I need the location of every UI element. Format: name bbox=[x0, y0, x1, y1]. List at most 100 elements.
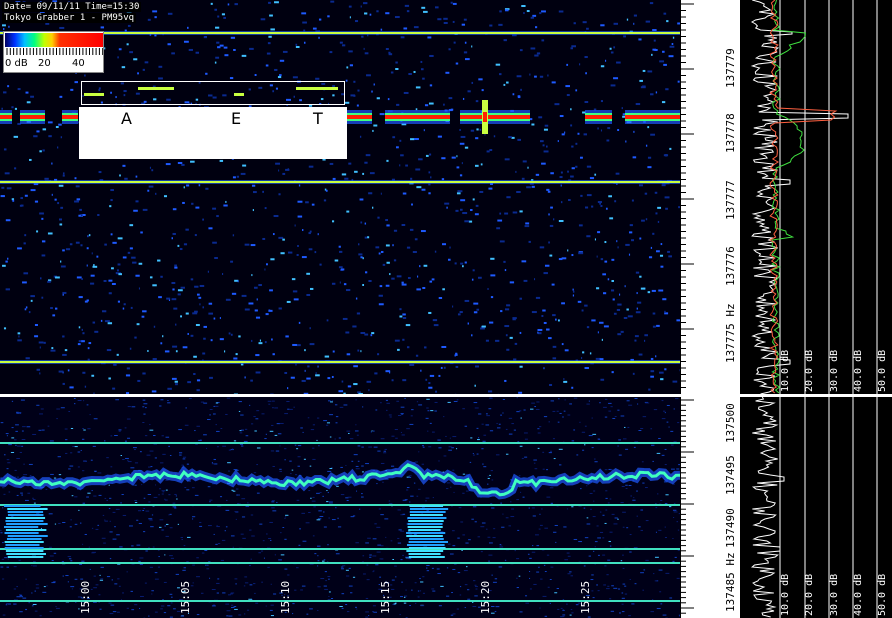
noise-speck bbox=[52, 314, 56, 317]
noise-speck bbox=[14, 167, 17, 170]
noise-speck bbox=[628, 615, 631, 617]
noise-speck bbox=[366, 74, 371, 77]
noise-speck bbox=[56, 408, 61, 410]
noise-speck bbox=[30, 299, 33, 302]
noise-speck bbox=[326, 422, 331, 424]
noise-speck bbox=[167, 43, 171, 46]
noise-speck bbox=[609, 47, 612, 50]
noise-speck bbox=[58, 522, 61, 524]
noise-speck bbox=[172, 288, 175, 291]
noise-speck bbox=[121, 66, 126, 69]
noise-speck bbox=[177, 161, 183, 164]
noise-speck bbox=[41, 240, 46, 243]
noise-speck bbox=[465, 566, 468, 568]
noise-speck bbox=[256, 492, 260, 494]
noise-speck bbox=[543, 150, 549, 153]
noise-speck bbox=[400, 559, 403, 561]
noise-speck bbox=[516, 499, 520, 501]
noise-speck bbox=[534, 75, 537, 78]
noise-speck bbox=[648, 388, 651, 391]
noise-speck bbox=[98, 171, 102, 174]
noise-speck bbox=[160, 342, 163, 345]
noise-speck bbox=[505, 453, 509, 455]
noise-speck bbox=[627, 315, 633, 318]
noise-speck bbox=[632, 372, 635, 375]
noise-speck bbox=[650, 428, 653, 430]
noise-speck bbox=[566, 508, 569, 510]
noise-speck bbox=[7, 603, 12, 605]
noise-speck bbox=[271, 500, 275, 502]
noise-speck bbox=[304, 369, 306, 372]
noise-speck bbox=[621, 611, 625, 613]
noise-speck bbox=[112, 611, 117, 613]
noise-speck bbox=[528, 507, 530, 509]
noise-speck bbox=[531, 402, 535, 404]
noise-speck bbox=[186, 536, 191, 538]
noise-speck bbox=[477, 536, 481, 538]
noise-speck bbox=[230, 260, 234, 263]
noise-speck bbox=[160, 275, 163, 278]
noise-speck bbox=[537, 332, 542, 335]
noise-speck bbox=[388, 500, 391, 502]
noise-speck bbox=[476, 439, 480, 441]
burst-block-stripe bbox=[407, 523, 443, 525]
noise-speck bbox=[482, 463, 484, 465]
carrier-line bbox=[0, 361, 680, 363]
noise-speck bbox=[477, 437, 480, 439]
noise-speck bbox=[145, 550, 148, 552]
noise-speck bbox=[80, 578, 84, 580]
noise-speck bbox=[414, 238, 418, 241]
noise-speck bbox=[585, 72, 587, 75]
noise-speck bbox=[196, 614, 200, 616]
noise-speck bbox=[135, 175, 138, 178]
noise-speck bbox=[169, 527, 173, 529]
noise-speck bbox=[425, 500, 427, 502]
noise-speck bbox=[604, 416, 608, 418]
noise-speck bbox=[171, 281, 176, 284]
noise-speck bbox=[633, 446, 636, 448]
noise-speck bbox=[672, 380, 678, 383]
noise-speck bbox=[13, 135, 19, 138]
noise-speck bbox=[111, 282, 116, 285]
noise-speck bbox=[8, 25, 10, 28]
noise-speck bbox=[535, 173, 540, 176]
noise-speck bbox=[53, 477, 57, 479]
noise-speck bbox=[93, 587, 97, 589]
noise-speck bbox=[588, 435, 593, 437]
noise-speck bbox=[116, 353, 119, 356]
noise-speck bbox=[82, 428, 85, 430]
noise-speck bbox=[408, 73, 412, 76]
noise-speck bbox=[651, 53, 653, 56]
noise-speck bbox=[292, 290, 298, 293]
noise-speck bbox=[116, 534, 120, 536]
top-frequency-scale: 137779 137778 137777 137776 137775 Hz bbox=[680, 0, 740, 394]
noise-speck bbox=[323, 585, 327, 587]
noise-speck bbox=[222, 273, 224, 276]
noise-speck bbox=[75, 241, 80, 244]
noise-speck bbox=[62, 521, 66, 523]
bottom-waterfall-display[interactable] bbox=[0, 397, 680, 618]
noise-speck bbox=[521, 260, 527, 263]
noise-speck bbox=[203, 434, 207, 436]
noise-speck bbox=[292, 603, 295, 605]
noise-speck bbox=[77, 466, 80, 468]
noise-speck bbox=[584, 367, 589, 370]
noise-speck bbox=[368, 615, 370, 617]
noise-speck bbox=[564, 349, 569, 352]
noise-speck bbox=[609, 598, 612, 600]
noise-speck bbox=[31, 592, 33, 594]
noise-speck bbox=[49, 610, 53, 612]
noise-speck bbox=[550, 566, 554, 568]
noise-speck bbox=[390, 71, 394, 74]
noise-speck bbox=[409, 363, 415, 366]
noise-speck bbox=[452, 469, 455, 471]
noise-speck bbox=[512, 318, 516, 321]
noise-speck bbox=[526, 186, 531, 189]
noise-speck bbox=[158, 556, 160, 558]
noise-speck bbox=[511, 423, 514, 425]
noise-speck bbox=[70, 427, 74, 429]
noise-speck bbox=[34, 335, 39, 338]
noise-speck bbox=[180, 286, 185, 289]
noise-speck bbox=[192, 516, 196, 518]
noise-speck bbox=[443, 103, 445, 106]
